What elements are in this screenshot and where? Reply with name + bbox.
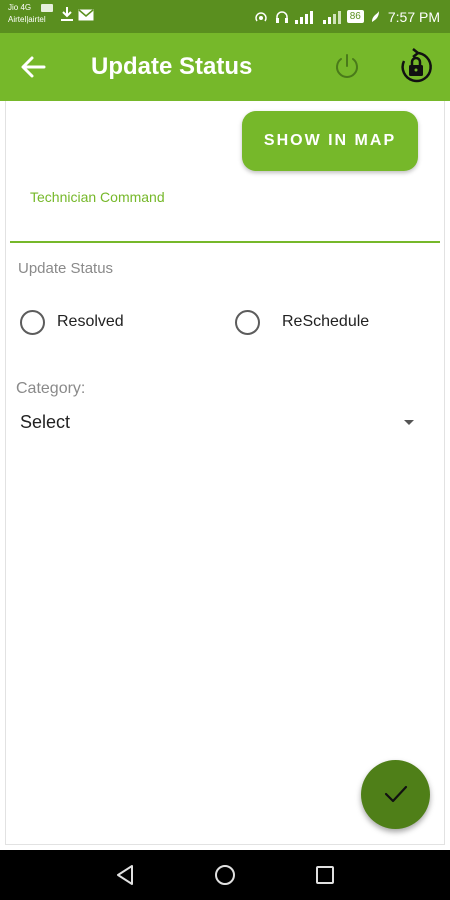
status-bar: Jio 4G Airtel|airtel 86 7:57 PM	[0, 0, 450, 33]
category-label: Category:	[16, 380, 86, 397]
radio-reschedule[interactable]: ReSchedule	[235, 308, 369, 336]
form-card	[5, 101, 445, 845]
battery-icon: 86	[346, 10, 364, 23]
signal-icon	[294, 10, 313, 24]
radio-circle-icon[interactable]	[235, 309, 260, 335]
clock: 7:57 PM	[387, 8, 440, 25]
nav-home-icon[interactable]	[214, 864, 236, 886]
nav-recents-icon[interactable]	[315, 865, 335, 885]
mail-icon	[78, 9, 94, 21]
radio-resolved-label: Resolved	[57, 313, 124, 330]
technician-command-label: Technician Command	[30, 189, 165, 205]
category-dropdown[interactable]: Select	[14, 404, 426, 440]
nav-back-icon[interactable]	[114, 864, 136, 886]
radio-resolved[interactable]: Resolved	[20, 308, 124, 336]
category-selected-value: Select	[20, 412, 71, 432]
status-icons: 86 7:57 PM	[253, 0, 440, 33]
system-nav-bar	[0, 850, 450, 900]
checkmark-icon	[384, 785, 408, 803]
lock-sync-icon[interactable]	[396, 47, 436, 87]
hotspot-icon	[255, 11, 267, 21]
carrier-1-label: Jio 4G	[8, 3, 32, 12]
radio-reschedule-label: ReSchedule	[282, 313, 370, 330]
headset-icon	[275, 10, 288, 23]
update-status-label: Update Status	[18, 260, 114, 277]
page-title: Update Status	[91, 53, 253, 80]
dropdown-arrow-icon	[404, 420, 414, 425]
technician-command-input-underline[interactable]	[10, 241, 440, 243]
signal-2-icon	[322, 10, 341, 24]
volte-icon	[41, 4, 53, 12]
download-icon	[61, 7, 73, 21]
back-arrow-icon[interactable]	[18, 53, 48, 81]
power-icon[interactable]	[331, 51, 363, 83]
radio-circle-icon[interactable]	[20, 309, 45, 335]
show-in-map-button[interactable]: SHOW IN MAP	[242, 111, 418, 171]
saver-icon	[371, 10, 379, 22]
carrier-2-label: Airtel|airtel	[8, 15, 46, 24]
carrier-info: Jio 4G Airtel|airtel	[8, 3, 68, 29]
app-bar: Update Status	[0, 33, 450, 101]
submit-fab-button[interactable]	[361, 760, 430, 829]
